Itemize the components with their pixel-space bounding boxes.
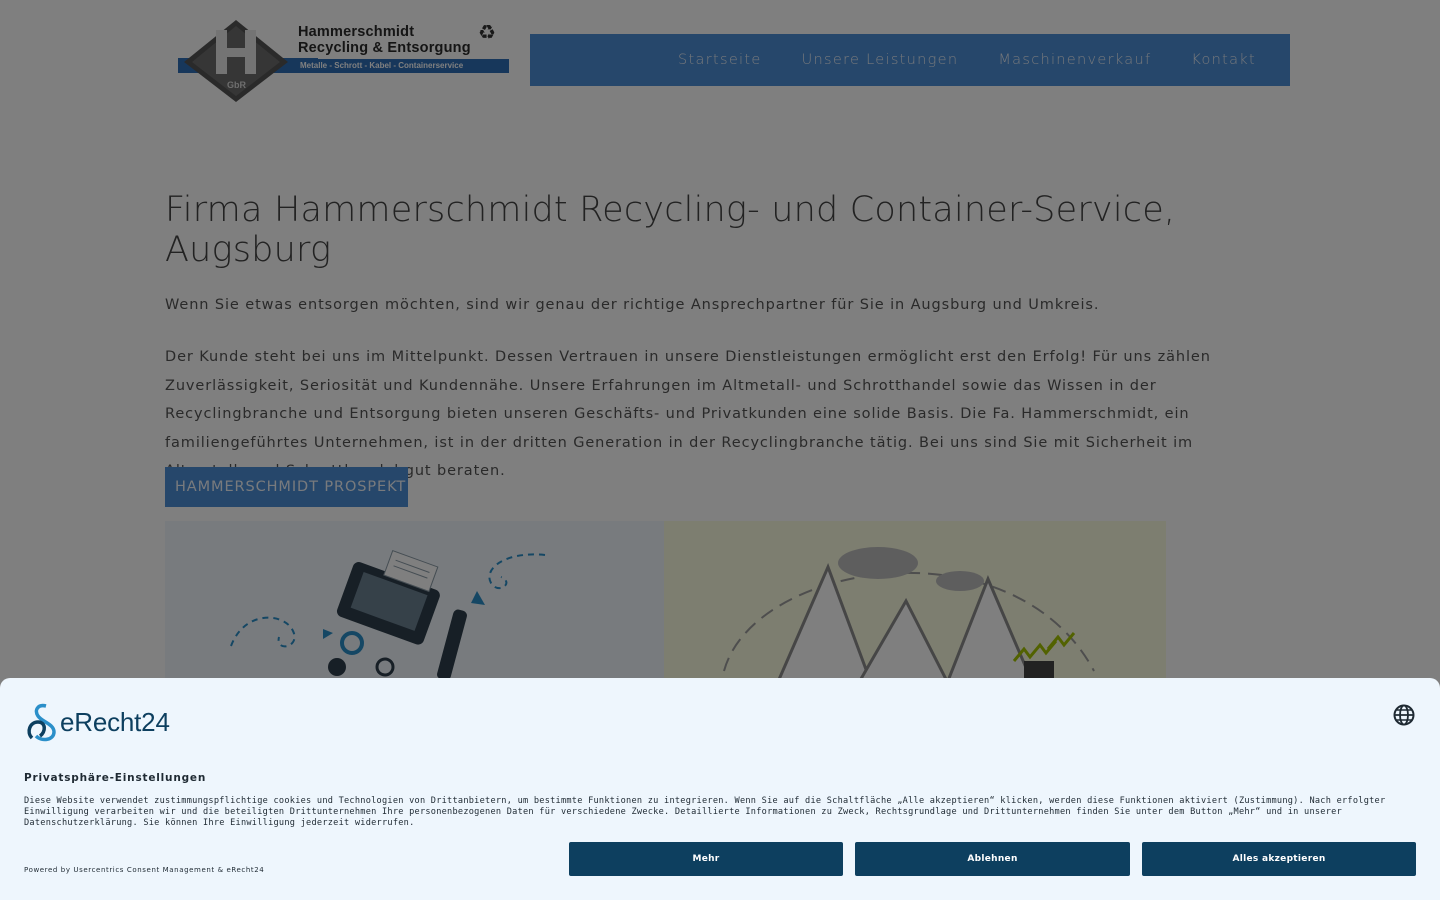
erecht24-logo: eRecht24 (24, 702, 170, 742)
more-button[interactable]: Mehr (569, 842, 843, 876)
deny-button[interactable]: Ablehnen (855, 842, 1130, 876)
globe-icon[interactable] (1392, 703, 1416, 727)
accept-all-button[interactable]: Alles akzeptieren (1142, 842, 1416, 876)
consent-description: Diese Website verwendet zustimmungspflic… (24, 796, 1386, 828)
erecht24-mark-icon (27, 703, 56, 742)
cookie-consent-banner: eRecht24 Privatsphäre-Einstellungen Dies… (0, 678, 1440, 900)
brand-name: eRecht24 (60, 706, 170, 737)
consent-title: Privatsphäre-Einstellungen (24, 772, 207, 784)
powered-by-text: Powered by Usercentrics Consent Manageme… (24, 866, 265, 874)
